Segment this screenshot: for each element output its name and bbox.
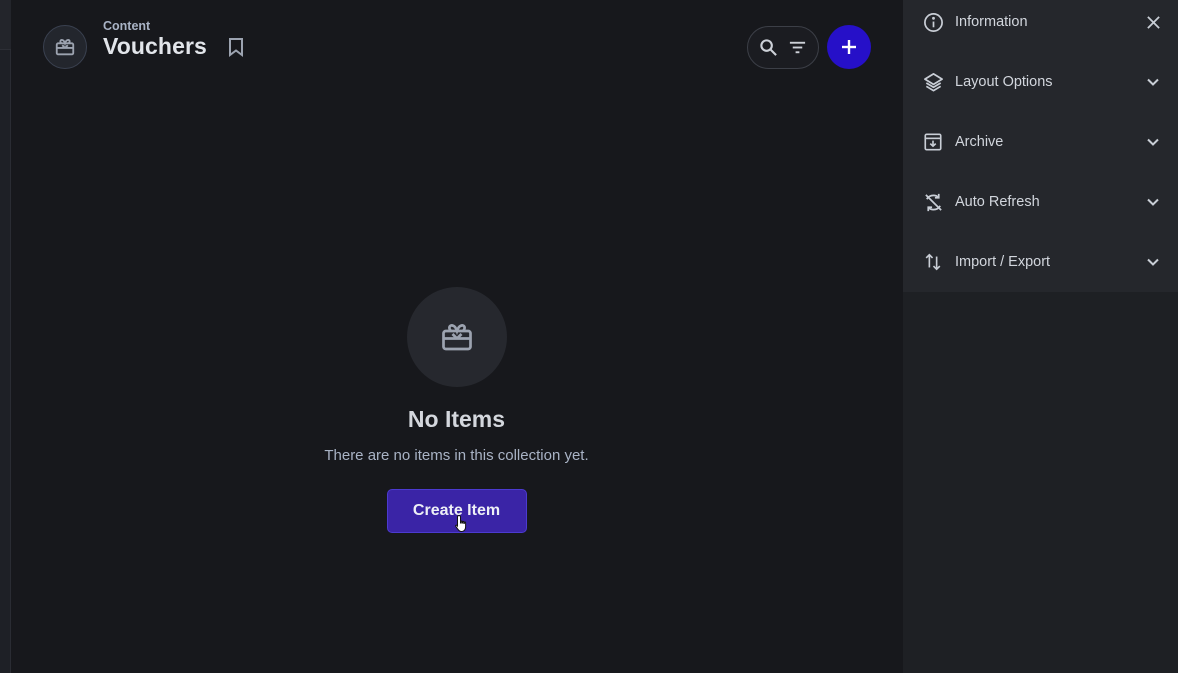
add-item-button[interactable] [827, 25, 871, 69]
chevron-down-icon [1143, 132, 1163, 152]
navigation-edge [0, 0, 11, 673]
sidebar: Information Layout Options Archive Auto … [903, 0, 1178, 673]
navigation-topbar [0, 0, 11, 50]
chevron-down-icon [1143, 252, 1163, 272]
sidebar-item-label: Archive [955, 134, 1004, 150]
filter-icon [789, 41, 806, 54]
bookmark-button[interactable] [226, 36, 246, 58]
chevron-down-icon [1143, 72, 1163, 92]
create-item-label: Create Item [412, 502, 501, 519]
filter-button[interactable] [788, 38, 808, 58]
page-title: Vouchers [103, 33, 207, 59]
close-icon[interactable] [1143, 12, 1163, 32]
sidebar-panel: Information Layout Options Archive Auto … [903, 0, 1178, 292]
sidebar-item-label: Information [955, 14, 1028, 30]
breadcrumb[interactable]: Content [103, 19, 150, 33]
layers-icon [922, 71, 944, 93]
sidebar-item-label: Auto Refresh [955, 194, 1040, 210]
empty-state-message: There are no items in this collection ye… [324, 447, 589, 464]
app-window: Content Vouchers No Items There are no i… [0, 0, 1178, 673]
sidebar-item-layout-options[interactable]: Layout Options [903, 60, 1178, 104]
create-item-button[interactable]: Create Item [386, 489, 527, 533]
sidebar-item-import-export[interactable]: Import / Export [903, 240, 1178, 284]
sidebar-item-label: Layout Options [955, 74, 1053, 90]
bookmark-icon [229, 38, 243, 57]
sidebar-item-auto-refresh[interactable]: Auto Refresh [903, 180, 1178, 224]
sidebar-item-information[interactable]: Information [903, 0, 1178, 44]
main-content: Content Vouchers No Items There are no i… [12, 0, 903, 673]
plus-icon [842, 40, 856, 54]
chevron-down-icon [1143, 192, 1163, 212]
sidebar-item-label: Import / Export [955, 254, 1051, 270]
info-icon [922, 11, 944, 33]
archive-icon [922, 131, 944, 153]
empty-state-title: No Items [407, 406, 506, 432]
import-export-icon [922, 251, 944, 273]
empty-state: No Items There are no items in this coll… [12, 287, 901, 533]
page-header: Content Vouchers [12, 0, 903, 94]
collection-icon [43, 25, 87, 69]
sync-disabled-icon [922, 191, 944, 213]
redeem-icon [441, 324, 472, 351]
search-icon [760, 39, 777, 56]
sidebar-item-archive[interactable]: Archive [903, 120, 1178, 164]
empty-state-icon [406, 287, 507, 387]
search-button[interactable] [759, 38, 779, 58]
search-filter-group [747, 26, 819, 69]
redeem-icon [55, 39, 75, 56]
